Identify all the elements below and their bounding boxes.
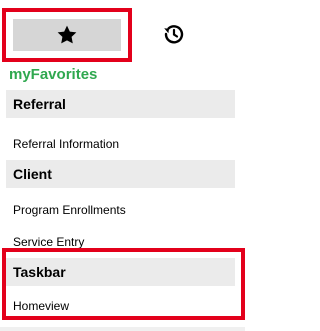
- history-icon: [164, 25, 184, 44]
- link-program-enrollments[interactable]: Program Enrollments: [13, 202, 126, 218]
- group-header-client: Client: [6, 160, 235, 188]
- group-header-referral: Referral: [6, 90, 235, 118]
- link-homeview[interactable]: Homeview: [13, 298, 69, 314]
- section-title-myfavorites: myFavorites: [9, 66, 98, 83]
- tab-favorites-active-bg[interactable]: [13, 19, 121, 51]
- group-header-taskbar: Taskbar: [6, 258, 235, 286]
- bottom-divider: [0, 327, 245, 331]
- star-icon: [57, 25, 77, 44]
- favorites-history-tabs: [0, 0, 245, 62]
- link-referral-information[interactable]: Referral Information: [13, 136, 119, 152]
- tab-favorites[interactable]: [2, 8, 132, 62]
- link-service-entry[interactable]: Service Entry: [13, 234, 84, 250]
- tab-history[interactable]: [160, 20, 188, 48]
